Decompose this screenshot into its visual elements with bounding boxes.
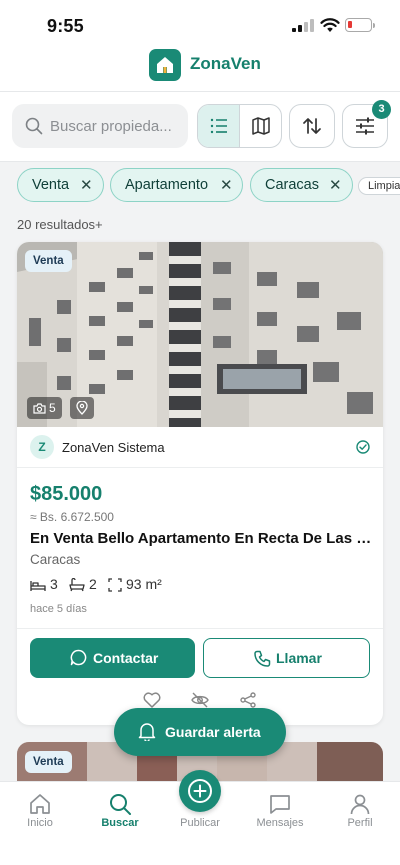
tab-mensajes[interactable]: Mensajes bbox=[240, 782, 320, 842]
chip-label: Caracas bbox=[265, 177, 319, 193]
divider bbox=[17, 628, 383, 629]
app-logo bbox=[149, 49, 181, 81]
filters-count-badge: 3 bbox=[372, 100, 391, 119]
contact-button[interactable]: Contactar bbox=[30, 638, 195, 678]
tab-label: Mensajes bbox=[256, 817, 304, 829]
tab-label: Perfil bbox=[347, 817, 373, 829]
bathrooms-feature: 2 bbox=[69, 576, 97, 592]
listing-title[interactable]: En Venta Bello Apartamento En Recta De L… bbox=[30, 530, 375, 547]
clear-filters-chip[interactable]: Limpia bbox=[358, 177, 400, 195]
list-icon bbox=[210, 118, 227, 134]
bed-icon bbox=[30, 581, 46, 591]
search-toolbar: 3 bbox=[0, 92, 400, 162]
hide-eye-icon[interactable] bbox=[191, 692, 209, 708]
chip-caracas[interactable]: Caracas ✕ bbox=[250, 168, 353, 202]
save-alert-button[interactable]: Guardar alerta bbox=[114, 708, 286, 756]
call-button[interactable]: Llamar bbox=[203, 638, 370, 678]
view-toggle bbox=[197, 104, 282, 148]
bedrooms-value: 3 bbox=[50, 576, 58, 592]
tab-label: Inicio bbox=[27, 817, 53, 829]
heart-icon[interactable] bbox=[143, 692, 161, 708]
close-icon[interactable]: ✕ bbox=[220, 176, 233, 194]
area-icon bbox=[108, 578, 122, 592]
location-pin-button[interactable] bbox=[70, 397, 94, 419]
posted-time: hace 5 días bbox=[30, 603, 87, 615]
chat-bubble-icon bbox=[70, 649, 87, 666]
list-view-button[interactable] bbox=[198, 105, 240, 147]
area-value: 93 m² bbox=[126, 576, 162, 592]
battery-icon bbox=[345, 18, 372, 32]
verified-check-icon bbox=[356, 440, 370, 454]
listing-type-tag: Venta bbox=[25, 751, 72, 773]
bathtub-icon bbox=[69, 577, 85, 592]
sliders-icon bbox=[356, 117, 374, 135]
avatar: Z bbox=[30, 435, 54, 459]
tab-inicio[interactable]: Inicio bbox=[0, 782, 80, 842]
plus-circle-icon bbox=[188, 779, 212, 803]
camera-icon bbox=[33, 403, 46, 414]
phone-icon bbox=[254, 650, 271, 667]
agent-row[interactable]: Z ZonaVen Sistema bbox=[17, 427, 383, 468]
cellular-signal-icon bbox=[292, 19, 314, 32]
house-icon bbox=[157, 57, 173, 73]
bedrooms-feature: 3 bbox=[30, 576, 58, 592]
status-bar: 9:55 bbox=[0, 0, 400, 46]
status-time: 9:55 bbox=[47, 16, 84, 36]
close-icon[interactable]: ✕ bbox=[329, 176, 342, 194]
tab-perfil[interactable]: Perfil bbox=[320, 782, 400, 842]
listing-type-tag: Venta bbox=[25, 250, 72, 272]
photo-count: 5 bbox=[27, 397, 62, 419]
chip-label: Venta bbox=[32, 177, 70, 193]
search-icon bbox=[110, 794, 131, 815]
listing-price: $85.000 bbox=[30, 483, 103, 505]
search-box[interactable] bbox=[12, 104, 188, 148]
home-icon bbox=[30, 794, 50, 814]
tab-buscar[interactable]: Buscar bbox=[80, 782, 160, 842]
message-icon bbox=[270, 795, 290, 814]
app-header: ZonaVen bbox=[0, 46, 400, 92]
photo-count-value: 5 bbox=[49, 401, 56, 415]
chip-venta[interactable]: Venta ✕ bbox=[17, 168, 104, 202]
search-icon bbox=[25, 117, 43, 135]
sort-arrows-icon bbox=[303, 118, 321, 134]
search-input[interactable] bbox=[50, 114, 184, 138]
tab-label: Buscar bbox=[101, 817, 139, 829]
sort-button[interactable] bbox=[289, 104, 335, 148]
area-feature: 93 m² bbox=[108, 576, 162, 592]
chip-apartamento[interactable]: Apartamento ✕ bbox=[110, 168, 243, 202]
user-icon bbox=[350, 794, 370, 815]
agent-name: ZonaVen Sistema bbox=[62, 440, 165, 455]
listing-price-bs: ≈ Bs. 6.672.500 bbox=[30, 510, 114, 524]
share-icon[interactable] bbox=[239, 692, 257, 708]
bell-icon bbox=[138, 723, 156, 741]
call-label: Llamar bbox=[276, 650, 322, 666]
brand-name: ZonaVen bbox=[190, 54, 261, 73]
results-count: 20 resultados+ bbox=[17, 217, 103, 232]
bathrooms-value: 2 bbox=[89, 576, 97, 592]
listing-city: Caracas bbox=[30, 552, 81, 567]
publish-button[interactable] bbox=[179, 770, 221, 812]
contact-label: Contactar bbox=[93, 650, 159, 666]
close-icon[interactable]: ✕ bbox=[80, 176, 93, 194]
map-icon bbox=[252, 117, 270, 135]
location-pin-icon bbox=[76, 401, 88, 415]
active-filter-chips: Venta ✕ Apartamento ✕ Caracas ✕ Limpia bbox=[0, 166, 400, 204]
chip-label: Apartamento bbox=[125, 177, 209, 193]
tab-label: Publicar bbox=[180, 817, 220, 829]
wifi-icon bbox=[320, 18, 340, 32]
save-alert-label: Guardar alerta bbox=[165, 724, 261, 740]
map-view-button[interactable] bbox=[240, 105, 281, 147]
listing-card[interactable]: Venta 5 Z ZonaVen Sistema $85.000 ≈ Bs. … bbox=[17, 242, 383, 725]
listing-photo[interactable]: Venta 5 bbox=[17, 242, 383, 427]
